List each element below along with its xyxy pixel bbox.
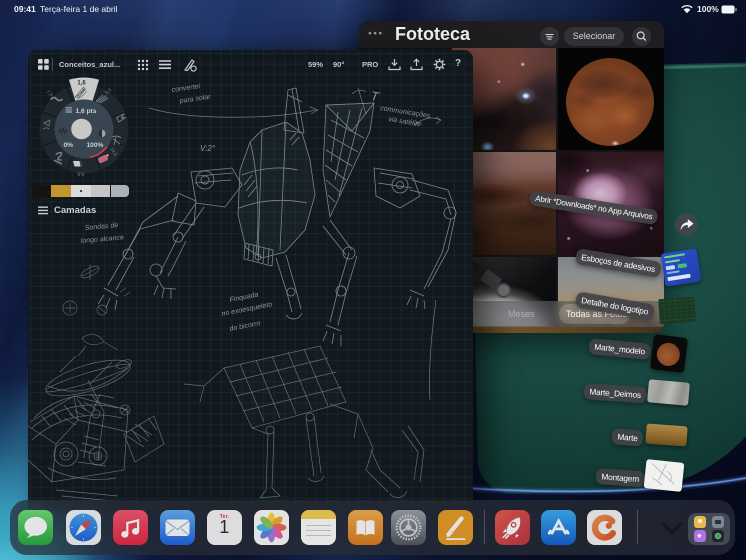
svg-text:1,6 pts: 1,6 pts [75, 108, 96, 115]
svg-text:100%: 100% [86, 142, 103, 149]
svg-text:T: T [369, 88, 380, 104]
svg-text:longo alcance: longo alcance [81, 234, 125, 245]
svg-text:Sondas de: Sondas de [85, 222, 119, 232]
svg-text:1,6: 1,6 [77, 80, 86, 86]
svg-text:via satélite: via satélite [388, 116, 422, 128]
svg-text:para solar: para solar [178, 94, 211, 105]
svg-text:7,3: 7,3 [45, 89, 53, 97]
svg-text:convertei: convertei [171, 83, 201, 94]
svg-text:5,5: 5,5 [104, 86, 112, 94]
svg-text:no exoesqueleto: no exoesqueleto [221, 301, 273, 318]
svg-text:Finquada: Finquada [229, 292, 259, 304]
svg-text:V:2°: V:2° [200, 144, 216, 153]
svg-text:0%: 0% [63, 142, 73, 149]
svg-text:do bicorro: do bicorro [229, 320, 261, 333]
svg-text:6,8: 6,8 [77, 171, 84, 176]
